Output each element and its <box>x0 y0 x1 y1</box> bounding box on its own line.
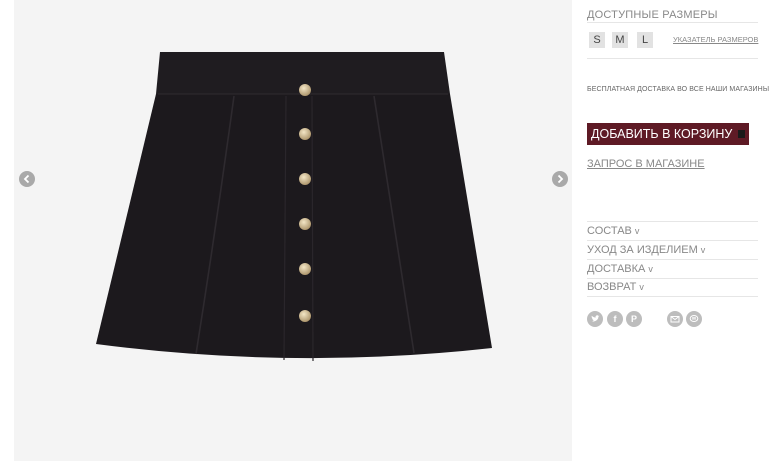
skirt-button <box>299 84 311 96</box>
skirt-button <box>299 263 311 275</box>
twitter-share-button[interactable] <box>587 311 603 327</box>
facebook-share-button[interactable]: f <box>607 311 623 327</box>
divider <box>587 259 758 260</box>
add-to-cart-button[interactable]: ДОБАВИТЬ В КОРЗИНУ <box>587 123 750 145</box>
add-to-cart-label: ДОБАВИТЬ В КОРЗИНУ <box>591 127 733 141</box>
pinterest-share-button[interactable]: P <box>626 311 642 327</box>
accordion-label: СОСТАВ <box>587 225 632 237</box>
twitter-icon <box>591 315 600 322</box>
gallery-next-button[interactable] <box>552 171 568 187</box>
size-guide-link[interactable]: УКАЗАТЕЛЬ РАЗМЕРОВ <box>673 35 758 44</box>
chevron-right-icon <box>557 174 564 184</box>
skirt-button <box>299 218 311 230</box>
size-m-button[interactable]: M <box>612 32 628 48</box>
accordion-care[interactable]: УХОД ЗА ИЗДЕЛИЕМ v <box>587 244 705 256</box>
skirt-image <box>96 52 492 362</box>
chat-share-button[interactable] <box>686 311 702 327</box>
accordion-label: ВОЗВРАТ <box>587 281 637 293</box>
chevron-left-icon <box>23 174 30 184</box>
chevron-down-icon: v <box>700 245 706 255</box>
email-icon <box>670 316 680 323</box>
skirt-button <box>299 310 311 322</box>
chevron-down-icon: v <box>648 264 653 274</box>
skirt-button <box>299 128 311 140</box>
free-shipping-text: БЕСПЛАТНАЯ ДОСТАВКА ВО ВСЕ НАШИ МАГАЗИНЫ <box>587 86 770 93</box>
divider <box>587 278 758 279</box>
accordion-composition[interactable]: СОСТАВ v <box>587 225 639 237</box>
chevron-down-icon: v <box>639 282 644 292</box>
product-gallery <box>14 0 572 461</box>
facebook-icon: f <box>613 313 617 324</box>
divider <box>587 58 758 59</box>
divider <box>587 240 758 241</box>
accordion-delivery[interactable]: ДОСТАВКА v <box>587 263 653 275</box>
skirt-button <box>299 173 311 185</box>
cart-icon <box>738 130 746 138</box>
accordion-label: ДОСТАВКА <box>587 263 646 275</box>
pinterest-icon: P <box>630 313 637 324</box>
divider <box>587 22 758 23</box>
size-l-button[interactable]: L <box>637 32 653 48</box>
chat-icon <box>689 315 699 322</box>
accordion-label: УХОД ЗА ИЗДЕЛИЕМ <box>587 244 698 256</box>
store-request-link[interactable]: ЗАПРОС В МАГАЗИНЕ <box>587 158 705 170</box>
sizes-title: ДОСТУПНЫЕ РАЗМЕРЫ <box>587 9 718 21</box>
divider <box>587 221 758 222</box>
accordion-returns[interactable]: ВОЗВРАТ v <box>587 281 644 293</box>
email-share-button[interactable] <box>667 311 683 327</box>
gallery-prev-button[interactable] <box>19 171 35 187</box>
size-s-button[interactable]: S <box>589 32 605 48</box>
chevron-down-icon: v <box>634 226 640 236</box>
divider <box>587 296 758 297</box>
